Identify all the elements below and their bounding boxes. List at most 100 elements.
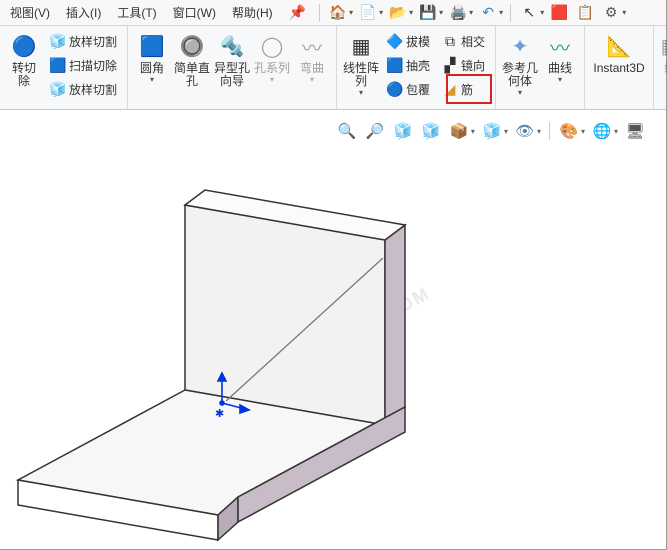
dropdown-icon[interactable]: ▾ <box>471 127 475 136</box>
section-view-icon[interactable]: 🧊 <box>420 120 442 142</box>
wrap-icon: 🔵 <box>387 81 403 97</box>
instant3d-label: Instant3D <box>593 62 644 75</box>
prev-view-icon[interactable]: 🧊 <box>392 120 414 142</box>
instant3d-button[interactable]: 📐 Instant3D <box>589 30 649 77</box>
save-icon[interactable]: 💾 <box>417 3 439 23</box>
linear-pattern-button[interactable]: ▦ 线性阵列 ▾ <box>341 30 381 99</box>
zoom-fit-icon[interactable]: 🔍 <box>336 120 358 142</box>
dropdown-icon: ▾ <box>518 88 522 97</box>
menu-bar: 视图(V) 插入(I) 工具(T) 窗口(W) 帮助(H) 📌 🏠▾ 📄▾ 📂▾… <box>0 0 666 26</box>
print-icon[interactable]: 🖨️ <box>447 3 469 23</box>
loft-cut-icon: 🧊 <box>50 33 66 49</box>
dropdown-icon[interactable]: ▾ <box>379 8 383 17</box>
model-svg: ✱ <box>0 145 667 550</box>
separator <box>510 4 511 22</box>
wrap-label: 包覆 <box>406 81 430 98</box>
dropdown-icon[interactable]: ▾ <box>504 127 508 136</box>
intersect-icon: ⧉ <box>442 33 458 49</box>
draft-button[interactable]: 🔷 拔模 <box>383 30 434 52</box>
dropdown-icon[interactable]: ▾ <box>622 8 626 17</box>
new-icon[interactable]: 📄 <box>357 3 379 23</box>
svg-text:✱: ✱ <box>215 408 224 420</box>
shape-hole-label: 异型孔向导 <box>214 62 250 88</box>
hide-show-icon[interactable]: 👁 <box>514 120 536 142</box>
hole-series-icon: ◯ <box>258 32 286 60</box>
select-icon[interactable]: ↖ <box>518 3 540 23</box>
rebuild-icon[interactable]: 🟥 <box>548 3 570 23</box>
simple-hole-button[interactable]: 🔘 简单直孔 <box>172 30 212 90</box>
sweep-cut-button[interactable]: 🟦 扫描切除 <box>46 54 121 76</box>
revolve-cut-button[interactable]: 🔵 转切除 <box>4 30 44 90</box>
zoom-area-icon[interactable]: 🔎 <box>364 120 386 142</box>
fillet-label: 圆角 <box>140 62 164 75</box>
loft-cut-button[interactable]: 🧊 放样切割 <box>46 30 121 52</box>
loft-cut2-button[interactable]: 🧊 放样切割 <box>46 78 121 100</box>
bend-label: 弯曲 <box>300 62 324 75</box>
intersect-label: 相交 <box>461 33 485 50</box>
ref-geometry-button[interactable]: ✦ 参考几何体 ▾ <box>500 30 540 99</box>
render-icon[interactable]: 🖥 <box>624 120 646 142</box>
ribbon-group-features: 🟦 圆角 ▾ 🔘 简单直孔 🔩 异型孔向导 ◯ 孔系列 ▾ 〰 弯曲 ▾ <box>128 26 337 109</box>
home-icon[interactable]: 🏠 <box>327 3 349 23</box>
dropdown-icon: ▾ <box>558 75 562 84</box>
hole-series-label: 孔系列 <box>254 62 290 75</box>
shape-hole-icon: 🔩 <box>218 32 246 60</box>
menu-help[interactable]: 帮助(H) <box>226 2 279 23</box>
dropdown-icon[interactable]: ▾ <box>409 8 413 17</box>
intersect-button[interactable]: ⧉ 相交 <box>438 30 489 52</box>
settings-icon[interactable]: ⚙ <box>600 3 622 23</box>
simple-hole-label: 简单直孔 <box>174 62 210 88</box>
ribbon-group-instant3d: 📐 Instant3D <box>585 26 654 109</box>
menu-view[interactable]: 视图(V) <box>4 2 56 23</box>
ribbon-group-group: ▦ 组 <box>654 26 667 109</box>
curve-label: 曲线 <box>548 62 572 75</box>
wrap-button[interactable]: 🔵 包覆 <box>383 78 434 100</box>
shell-button[interactable]: 🟦 抽壳 <box>383 54 434 76</box>
open-icon[interactable]: 📂 <box>387 3 409 23</box>
display-style-icon[interactable]: 🧊 <box>481 120 503 142</box>
group-icon: ▦ <box>656 32 667 60</box>
separator <box>549 122 550 140</box>
dropdown-icon: ▾ <box>310 75 314 84</box>
mirror-button[interactable]: ▞ 镜向 <box>438 54 489 76</box>
menu-tools[interactable]: 工具(T) <box>111 2 162 23</box>
draft-icon: 🔷 <box>387 33 403 49</box>
view-orient-icon[interactable]: 📦 <box>448 120 470 142</box>
menu-insert[interactable]: 插入(I) <box>60 2 107 23</box>
draft-label: 拔模 <box>406 33 430 50</box>
dropdown-icon[interactable]: ▾ <box>499 8 503 17</box>
menu-window[interactable]: 窗口(W) <box>167 2 222 23</box>
loft-cut2-label: 放样切割 <box>69 81 117 98</box>
separator <box>319 4 320 22</box>
dropdown-icon: ▾ <box>270 75 274 84</box>
dropdown-icon[interactable]: ▾ <box>349 8 353 17</box>
dropdown-icon[interactable]: ▾ <box>439 8 443 17</box>
simple-hole-icon: 🔘 <box>178 32 206 60</box>
hole-series-button: ◯ 孔系列 ▾ <box>252 30 292 86</box>
scene-icon[interactable]: 🌐 <box>591 120 613 142</box>
fillet-button[interactable]: 🟦 圆角 ▾ <box>132 30 172 86</box>
dropdown-icon[interactable]: ▾ <box>581 127 585 136</box>
linear-pattern-icon: ▦ <box>347 32 375 60</box>
ribbon-group-cut: 🔵 转切除 🧊 放样切割 🟦 扫描切除 🧊 放样切割 <box>0 26 128 109</box>
dropdown-icon[interactable]: ▾ <box>540 8 544 17</box>
appearance-icon[interactable]: 🎨 <box>558 120 580 142</box>
dropdown-icon[interactable]: ▾ <box>537 127 541 136</box>
sweep-cut-icon: 🟦 <box>50 57 66 73</box>
options-icon[interactable]: 📋 <box>574 3 596 23</box>
model-viewport[interactable]: 软件自学网 WWW.RJZXW.COM ✱ <box>0 145 666 549</box>
tutorial-highlight <box>446 74 492 104</box>
undo-icon[interactable]: ↶ <box>477 3 499 23</box>
fillet-icon: 🟦 <box>138 32 166 60</box>
curve-button[interactable]: 〰 曲线 ▾ <box>540 30 580 86</box>
dropdown-icon[interactable]: ▾ <box>614 127 618 136</box>
view-toolbar: 🔍 🔎 🧊 🧊 📦▾ 🧊▾ 👁▾ 🎨▾ 🌐▾ 🖥 <box>336 120 646 142</box>
ref-geometry-icon: ✦ <box>506 32 534 60</box>
loft-cut-label: 放样切割 <box>69 33 117 50</box>
shell-icon: 🟦 <box>387 57 403 73</box>
dropdown-icon[interactable]: ▾ <box>469 8 473 17</box>
curve-icon: 〰 <box>546 32 574 60</box>
revolve-cut-label: 转切除 <box>12 62 36 88</box>
shape-hole-button[interactable]: 🔩 异型孔向导 <box>212 30 252 90</box>
pin-icon[interactable]: 📌 <box>283 4 312 21</box>
